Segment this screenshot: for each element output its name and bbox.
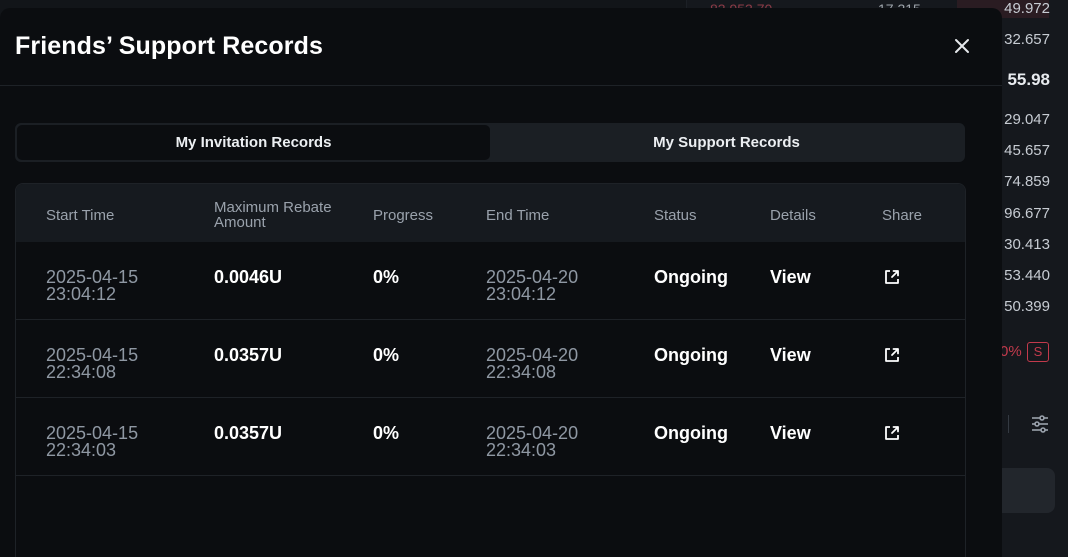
book-value: 50.399: [1004, 298, 1050, 315]
status-text: Ongoing: [654, 267, 728, 287]
view-details-link[interactable]: View: [770, 346, 811, 364]
page: 83,953.70 17.315 49.972 32.657 55.98 29.…: [0, 0, 1068, 557]
view-details-link[interactable]: View: [770, 268, 811, 286]
progress-value: 0%: [373, 267, 400, 287]
end-time-cell: 2025-04-20 22:34:03: [486, 424, 578, 460]
modal-title: Friends’ Support Records: [15, 32, 324, 60]
book-value: 53.440: [1004, 267, 1050, 284]
table-header: Start Time Maximum Rebate Amount Progres…: [16, 184, 965, 242]
share-icon[interactable]: [883, 268, 901, 286]
end-time-cell: 2025-04-20 23:04:12: [486, 268, 578, 304]
progress-value: 0%: [373, 423, 400, 443]
header-share: Share: [882, 207, 923, 224]
book-value: 32.657: [1004, 31, 1050, 48]
tab-invitation-records[interactable]: My Invitation Records: [17, 125, 490, 160]
sliders-icon[interactable]: [1030, 414, 1050, 434]
header-progress: Progress: [373, 207, 434, 224]
share-icon[interactable]: [883, 424, 901, 442]
start-time-cell: 2025-04-15 22:34:03: [46, 424, 138, 460]
end-clock: 22:34:08: [486, 362, 557, 382]
table-row: 2025-04-15 22:34:03 0.0357U 0% 2025-04-2…: [16, 398, 965, 476]
records-table: Start Time Maximum Rebate Amount Progres…: [15, 183, 966, 557]
book-value: 30.413: [1004, 236, 1050, 253]
book-value: 96.677: [1004, 205, 1050, 222]
percent-badge: 0%: [1000, 343, 1022, 360]
start-time-cell: 2025-04-15 23:04:12: [46, 268, 138, 304]
book-value: 29.047: [1004, 111, 1050, 128]
header-end-time: End Time: [486, 207, 550, 224]
start-clock: 22:34:03: [46, 440, 117, 460]
book-last-price: 55.98: [1007, 70, 1050, 89]
header-details: Details: [770, 207, 816, 224]
header-status: Status: [654, 207, 697, 224]
header-max-rebate: Maximum Rebate Amount: [214, 200, 332, 230]
end-clock: 22:34:03: [486, 440, 557, 460]
modal-header: Friends’ Support Records: [0, 8, 1002, 86]
rebate-amount: 0.0357U: [214, 423, 283, 443]
close-icon[interactable]: [950, 34, 974, 58]
table-row: 2025-04-15 23:04:12 0.0046U 0% 2025-04-2…: [16, 242, 965, 320]
header-start-time: Start Time: [46, 207, 115, 224]
book-value: 45.657: [1004, 142, 1050, 159]
start-time-cell: 2025-04-15 22:34:08: [46, 346, 138, 382]
status-text: Ongoing: [654, 345, 728, 365]
records-tabs: My Invitation Records My Support Records: [15, 123, 965, 162]
book-value: 49.972: [1004, 0, 1050, 17]
start-clock: 23:04:12: [46, 284, 117, 304]
view-details-link[interactable]: View: [770, 424, 811, 442]
status-text: Ongoing: [654, 423, 728, 443]
end-time-cell: 2025-04-20 22:34:08: [486, 346, 578, 382]
header-max-rebate-line2: Amount: [214, 214, 266, 231]
toolbar-divider: [1008, 415, 1009, 433]
rebate-amount: 0.0357U: [214, 345, 283, 365]
side-badge: S: [1027, 342, 1049, 362]
header-max-rebate-line1: Maximum Rebate: [214, 199, 332, 216]
end-clock: 23:04:12: [486, 284, 557, 304]
table-row: 2025-04-15 22:34:08 0.0357U 0% 2025-04-2…: [16, 320, 965, 398]
support-records-modal: Friends’ Support Records My Invitation R…: [0, 8, 1002, 557]
rebate-amount: 0.0046U: [214, 267, 283, 287]
tab-support-records[interactable]: My Support Records: [490, 125, 963, 160]
book-value: 74.859: [1004, 173, 1050, 190]
progress-value: 0%: [373, 345, 400, 365]
start-clock: 22:34:08: [46, 362, 117, 382]
share-icon[interactable]: [883, 346, 901, 364]
